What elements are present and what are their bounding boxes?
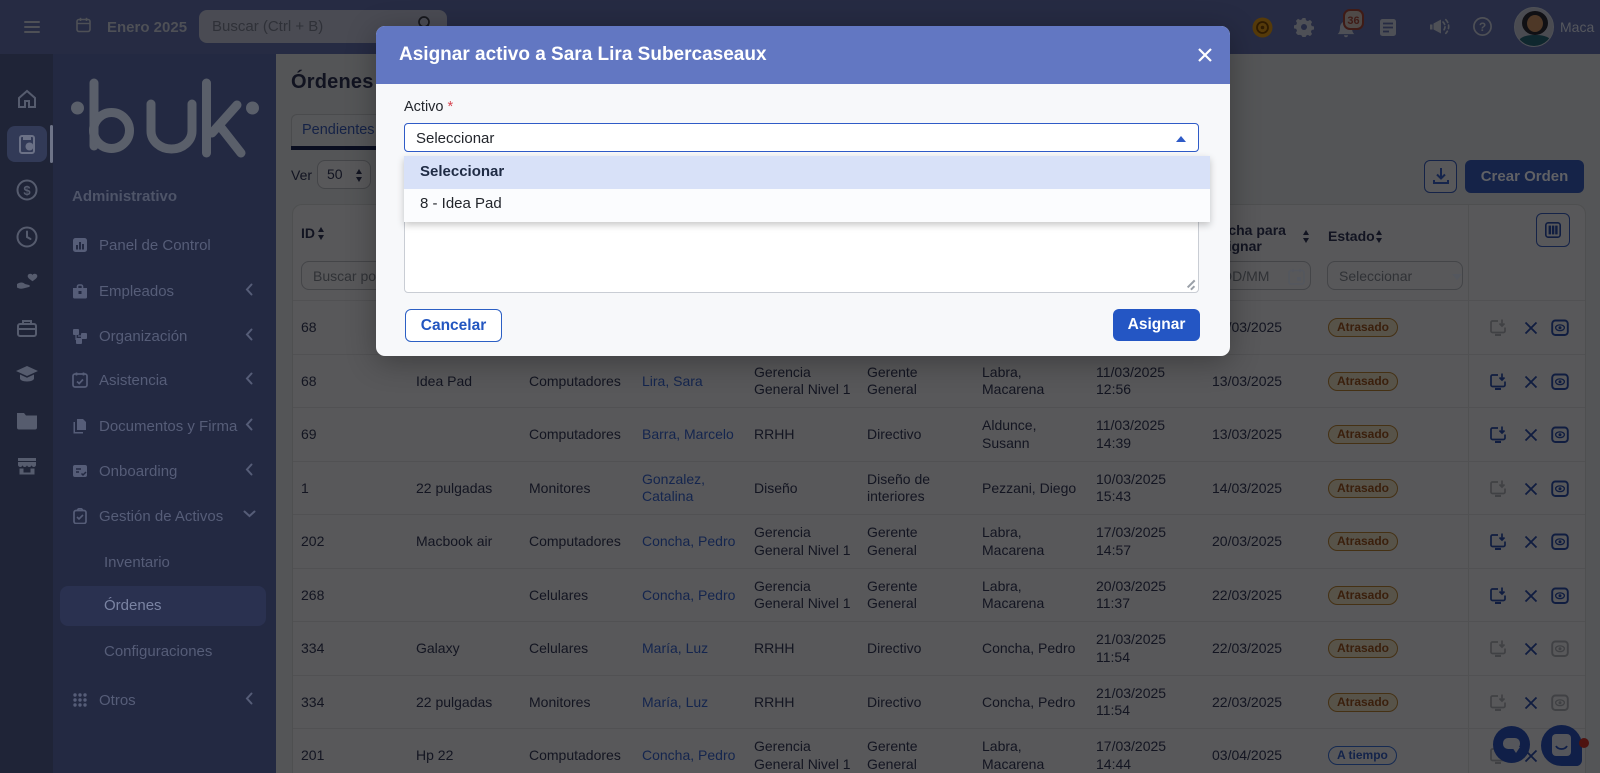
svg-text:?: ?: [1479, 20, 1486, 34]
svg-text:$: $: [23, 183, 31, 198]
